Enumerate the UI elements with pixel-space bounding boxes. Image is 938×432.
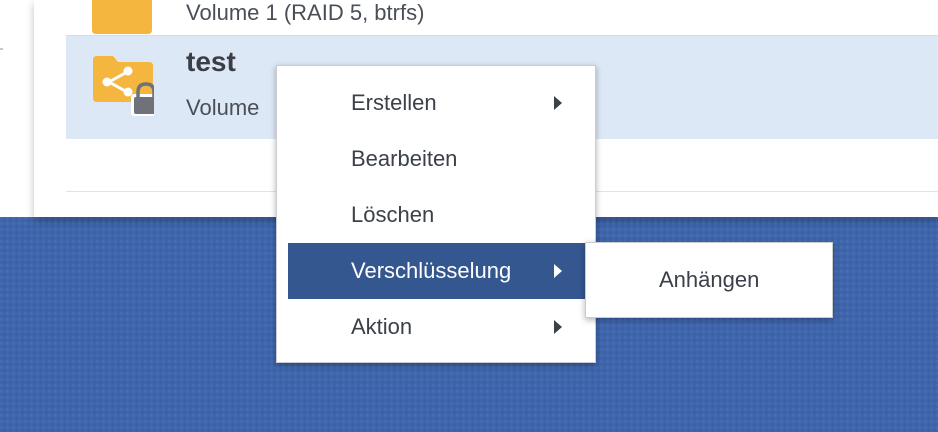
menu-item-label: Bearbeiten bbox=[351, 146, 458, 171]
submenu-item-anhaengen[interactable]: Anhängen bbox=[586, 253, 832, 309]
chevron-right-icon bbox=[554, 320, 562, 334]
background-window-edge bbox=[0, 0, 34, 217]
menu-item-aktion[interactable]: Aktion bbox=[288, 299, 585, 355]
folder-name: test bbox=[186, 46, 236, 77]
chevron-right-icon bbox=[554, 96, 562, 110]
menu-item-label: Erstellen bbox=[351, 90, 437, 115]
encryption-submenu: Anhängen bbox=[585, 242, 833, 318]
menu-item-verschluesselung[interactable]: Verschlüsselung bbox=[288, 243, 585, 299]
submenu-item-label: Anhängen bbox=[659, 267, 760, 292]
menu-item-label: Aktion bbox=[351, 314, 413, 339]
chevron-right-icon bbox=[554, 264, 562, 278]
folder-location: Volume bbox=[186, 95, 260, 120]
folder-location: Volume 1 (RAID 5, btrfs) bbox=[186, 0, 425, 25]
menu-item-label: Löschen bbox=[351, 202, 435, 227]
shared-folder-row[interactable]: Volume 1 (RAID 5, btrfs) bbox=[66, 0, 938, 34]
encrypted-shared-folder-icon bbox=[93, 56, 154, 116]
menu-item-loeschen[interactable]: Löschen bbox=[288, 187, 585, 243]
menu-item-bearbeiten[interactable]: Bearbeiten bbox=[288, 131, 585, 187]
menu-item-erstellen[interactable]: Erstellen bbox=[288, 75, 585, 131]
context-menu: Erstellen Bearbeiten Löschen Verschlüsse… bbox=[276, 65, 596, 363]
window-edge-mark bbox=[0, 48, 3, 50]
menu-item-label: Verschlüsselung bbox=[351, 258, 512, 283]
shared-folder-icon bbox=[92, 0, 152, 34]
